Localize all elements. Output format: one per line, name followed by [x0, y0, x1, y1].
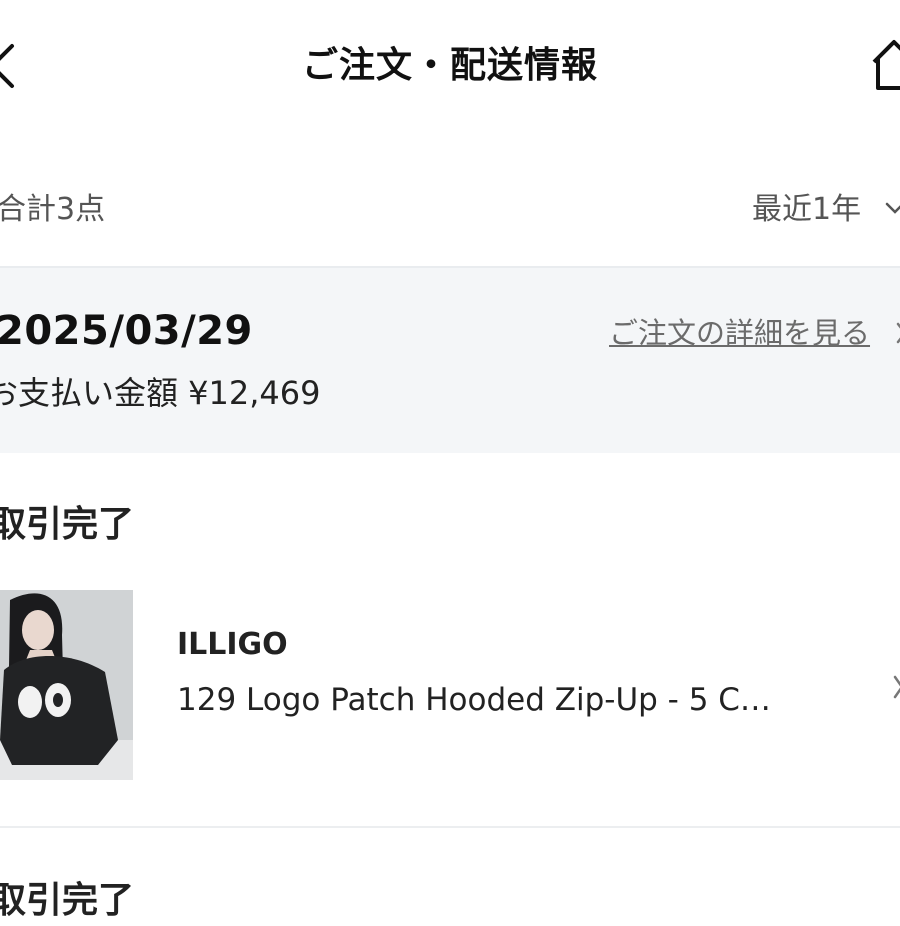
order-date: 2025/03/29	[0, 308, 253, 354]
order-detail-link[interactable]: ご注文の詳細を見る	[609, 312, 870, 354]
order-status: 取引完了	[0, 504, 135, 545]
payment-amount: お支払い金額 ¥12,469	[0, 374, 321, 412]
order-summary-panel	[0, 268, 900, 453]
home-icon[interactable]	[870, 38, 900, 92]
product-image	[0, 590, 133, 780]
product-thumbnail[interactable]	[0, 590, 133, 780]
page-title: ご注文・配送情報	[301, 45, 598, 86]
chevron-right-icon[interactable]	[896, 318, 900, 348]
item-count-label: 合計3点	[0, 192, 106, 227]
chevron-right-icon[interactable]	[893, 670, 900, 704]
chevron-down-icon[interactable]	[884, 196, 900, 222]
period-filter[interactable]: 最近1年	[752, 188, 861, 232]
product-brand: ILLIGO	[177, 627, 288, 662]
order-status: 取引完了	[0, 880, 135, 921]
divider	[0, 826, 900, 828]
app-header: ご注文・配送情報	[0, 0, 900, 135]
product-name[interactable]: 129 Logo Patch Hooded Zip-Up - 5 C…	[177, 678, 837, 722]
